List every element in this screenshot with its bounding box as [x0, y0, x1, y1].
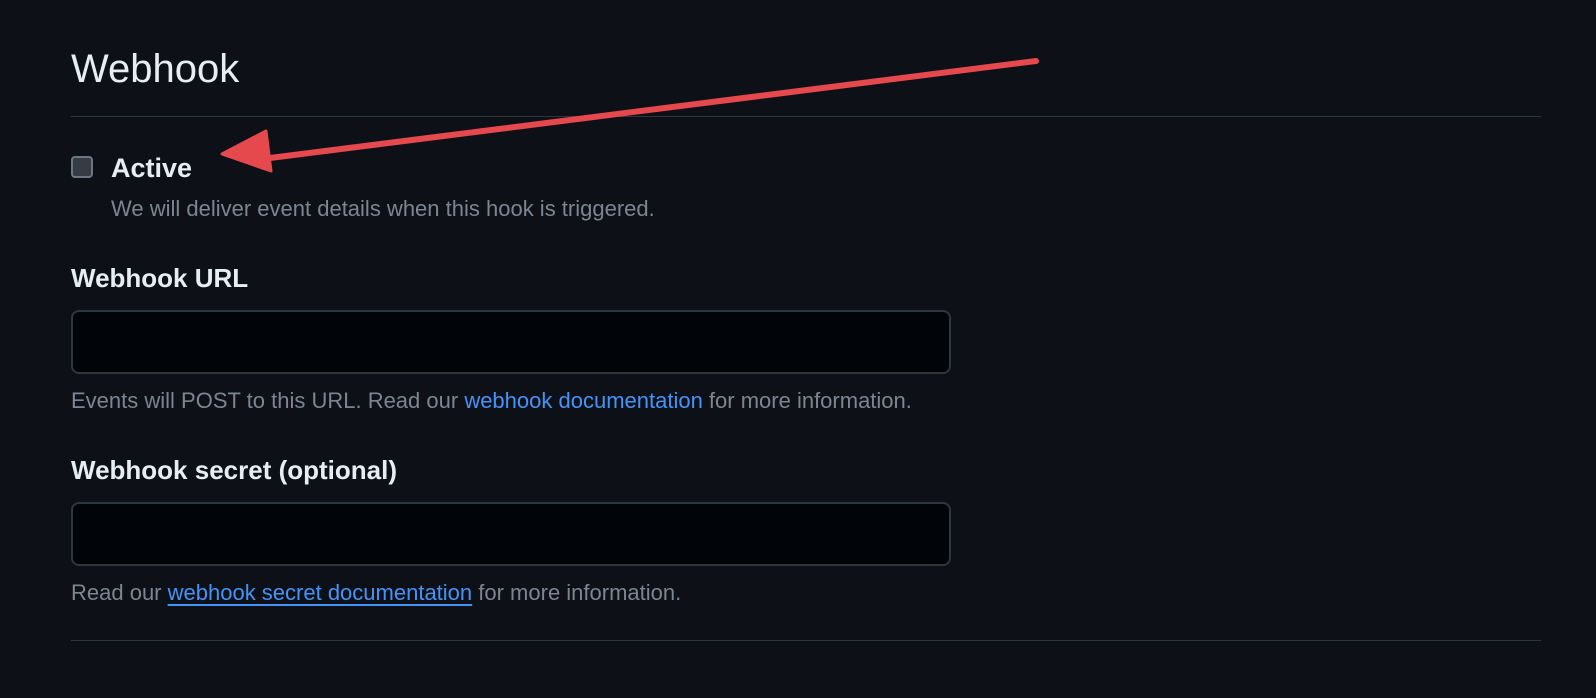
active-checkbox[interactable]	[71, 156, 93, 178]
webhook-url-help: Events will POST to this URL. Read our w…	[71, 387, 912, 415]
webhook-secret-help: Read our webhook secret documentation fo…	[71, 579, 681, 607]
webhook-url-help-prefix: Events will POST to this URL. Read our	[71, 388, 465, 413]
arrow-head-icon	[220, 129, 273, 173]
section-title: Webhook	[71, 47, 240, 91]
webhook-url-input[interactable]	[71, 310, 951, 374]
webhook-url-label: Webhook URL	[71, 263, 249, 293]
active-checkbox-label[interactable]: Active	[111, 151, 192, 185]
webhook-secret-help-prefix: Read our	[71, 580, 168, 605]
webhook-secret-documentation-link[interactable]: webhook secret documentation	[168, 580, 473, 605]
webhook-secret-help-suffix: for more information.	[472, 580, 682, 605]
webhook-secret-input[interactable]	[71, 502, 951, 566]
webhook-secret-label: Webhook secret (optional)	[71, 455, 397, 485]
title-divider	[71, 116, 1541, 117]
active-description: We will deliver event details when this …	[111, 196, 655, 221]
webhook-url-help-suffix: for more information.	[702, 388, 912, 413]
arrow-shaft	[259, 58, 1039, 162]
section-bottom-divider	[71, 640, 1541, 641]
webhook-documentation-link[interactable]: webhook documentation	[464, 388, 703, 413]
